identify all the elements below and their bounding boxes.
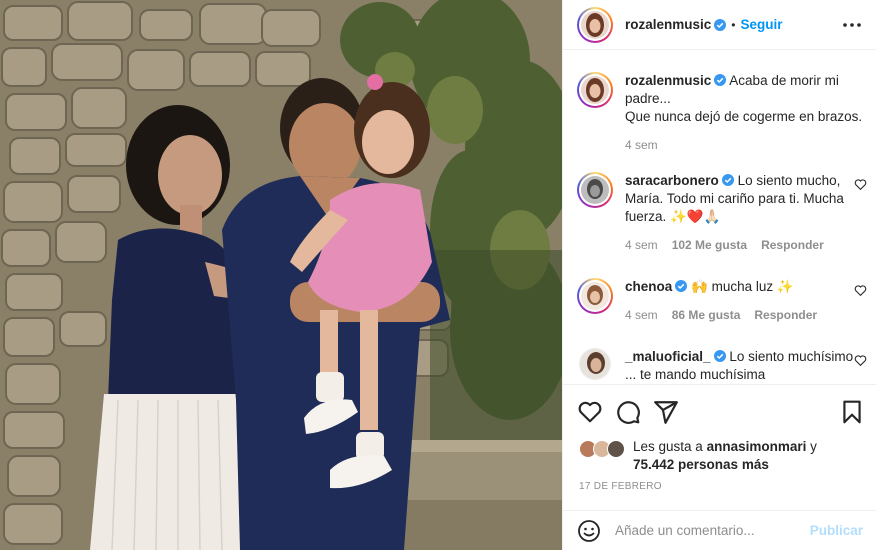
verified-badge-icon: [721, 174, 734, 186]
publish-button[interactable]: Publicar: [810, 523, 863, 538]
comment-avatar[interactable]: [577, 172, 613, 208]
comment-time[interactable]: 4 sem: [625, 236, 658, 254]
save-bookmark-icon[interactable]: [839, 399, 865, 425]
caption: rozalenmusic Acaba de morir mi padre... …: [577, 72, 867, 154]
comments-list[interactable]: rozalenmusic Acaba de morir mi padre... …: [563, 52, 876, 382]
reply-button[interactable]: Responder: [761, 236, 824, 254]
like-heart-icon[interactable]: [577, 399, 603, 425]
more-options-button[interactable]: [841, 14, 863, 36]
comment-author[interactable]: saracarbonero: [625, 173, 719, 188]
likes-summary: Les gusta a annasimonmari y 75.442 perso…: [579, 438, 863, 474]
share-send-icon[interactable]: [653, 399, 679, 425]
comment-avatar-image: [581, 282, 609, 310]
likes-middle: y: [806, 439, 817, 454]
post-header: rozalenmusic • Seguir: [563, 0, 876, 50]
comment-avatar-image: [581, 176, 609, 204]
photo-image: [0, 0, 562, 550]
liked-by-user[interactable]: annasimonmari: [707, 439, 807, 454]
caption-avatar[interactable]: [577, 72, 613, 108]
post-photo[interactable]: [0, 0, 562, 550]
comment-item: chenoa 🙌 mucha luz ✨ 4 sem 86 Me gusta R…: [577, 278, 867, 324]
comment-avatar-image: [580, 349, 610, 379]
verified-badge-icon: [675, 280, 688, 292]
comment-likes[interactable]: 86 Me gusta: [672, 306, 741, 324]
comment-item: _maluoficial_ Lo siento muchísimo ... te…: [577, 348, 867, 382]
action-bar: [563, 384, 876, 440]
comment-bubble-icon[interactable]: [615, 399, 641, 425]
comment-avatar[interactable]: [579, 348, 611, 380]
comment-avatar[interactable]: [577, 278, 613, 314]
comment-author[interactable]: chenoa: [625, 279, 672, 294]
add-comment-bar: Publicar: [563, 510, 876, 550]
post-panel: rozalenmusic • Seguir rozalenmusic Acaba…: [562, 0, 876, 550]
more-horizontal-icon: [843, 23, 861, 27]
post-date[interactable]: 17 DE FEBRERO: [579, 481, 662, 492]
author-avatar-image: [581, 10, 609, 39]
reply-button[interactable]: Responder: [754, 306, 817, 324]
emoji-smiley-icon[interactable]: [577, 519, 601, 543]
verified-badge-icon: [713, 350, 726, 362]
author-avatar[interactable]: [577, 6, 613, 43]
like-comment-heart-icon[interactable]: [854, 178, 867, 191]
likes-prefix: Les gusta a: [633, 439, 707, 454]
liker-avatar: [607, 440, 625, 458]
verified-badge-icon: [714, 74, 727, 86]
verified-badge-icon: [714, 18, 727, 31]
caption-time[interactable]: 4 sem: [625, 136, 658, 154]
like-comment-heart-icon[interactable]: [854, 284, 867, 297]
comment-author[interactable]: _maluoficial_: [625, 349, 711, 364]
like-comment-heart-icon[interactable]: [854, 354, 867, 367]
likes-text: Les gusta a annasimonmari y 75.442 perso…: [633, 438, 863, 474]
comment-input[interactable]: [615, 523, 795, 538]
separator-dot: •: [731, 17, 736, 32]
comment-time[interactable]: 4 sem: [625, 306, 658, 324]
caption-avatar-image: [581, 76, 609, 104]
author-username[interactable]: rozalenmusic: [625, 17, 711, 32]
comment-text: 🙌 mucha luz ✨: [691, 279, 794, 294]
follow-button[interactable]: Seguir: [740, 17, 782, 32]
liker-avatars[interactable]: [579, 438, 627, 460]
comment-item: saracarbonero Lo siento mucho, María. To…: [577, 172, 867, 254]
comment-likes[interactable]: 102 Me gusta: [672, 236, 747, 254]
caption-text-line2: Que nunca dejó de cogerme en brazos.: [625, 109, 863, 124]
likes-count[interactable]: 75.442 personas más: [633, 457, 769, 472]
caption-author[interactable]: rozalenmusic: [625, 73, 711, 88]
